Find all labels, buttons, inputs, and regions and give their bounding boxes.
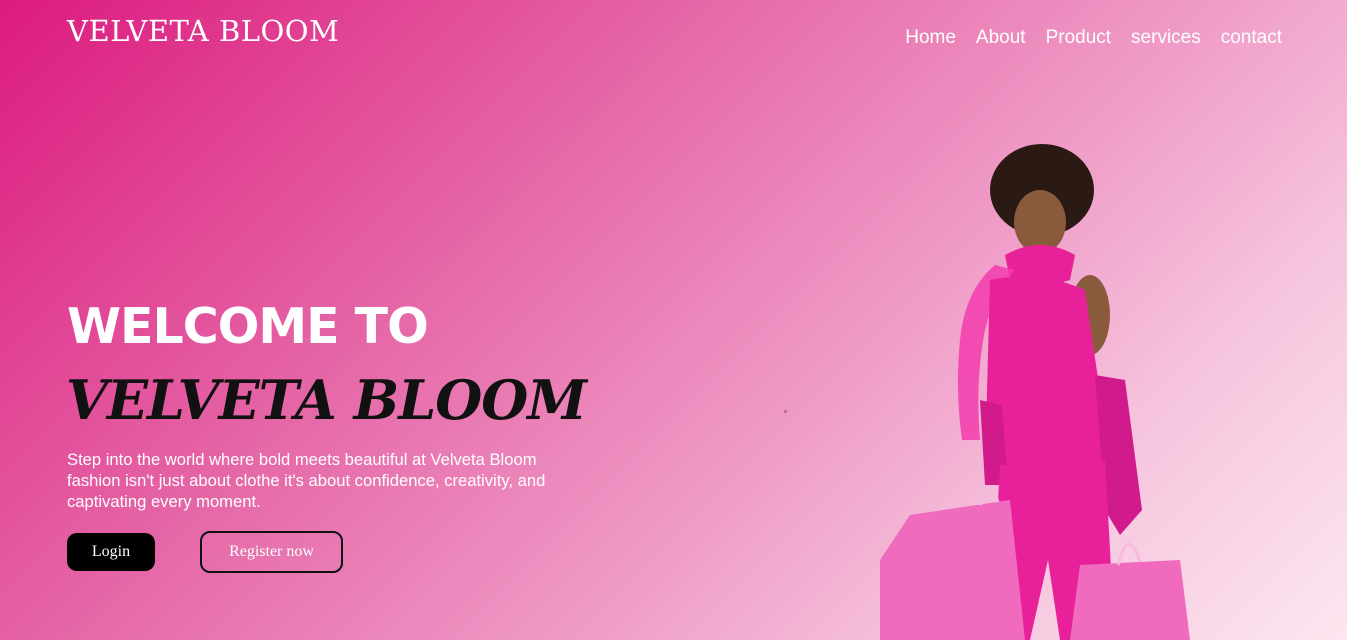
nav-item-about[interactable]: About (976, 27, 1026, 49)
hero-brand-name: VELVETA BLOOM (66, 368, 587, 432)
nav-item-product[interactable]: Product (1046, 27, 1111, 49)
hero-title: WELCOME TO (67, 298, 429, 355)
nav-item-contact[interactable]: contact (1221, 27, 1282, 49)
decorative-dot (784, 410, 787, 413)
main-nav: Home About Product services contact (905, 27, 1282, 49)
hero-description: Step into the world where bold meets bea… (67, 450, 546, 511)
nav-item-services[interactable]: services (1131, 27, 1201, 49)
hero-model-image (880, 144, 1190, 640)
login-button[interactable]: Login (67, 533, 155, 571)
nav-item-home[interactable]: Home (905, 27, 956, 49)
brand-logo[interactable]: VELVETA BLOOM (67, 14, 339, 48)
register-button[interactable]: Register now (200, 531, 343, 573)
